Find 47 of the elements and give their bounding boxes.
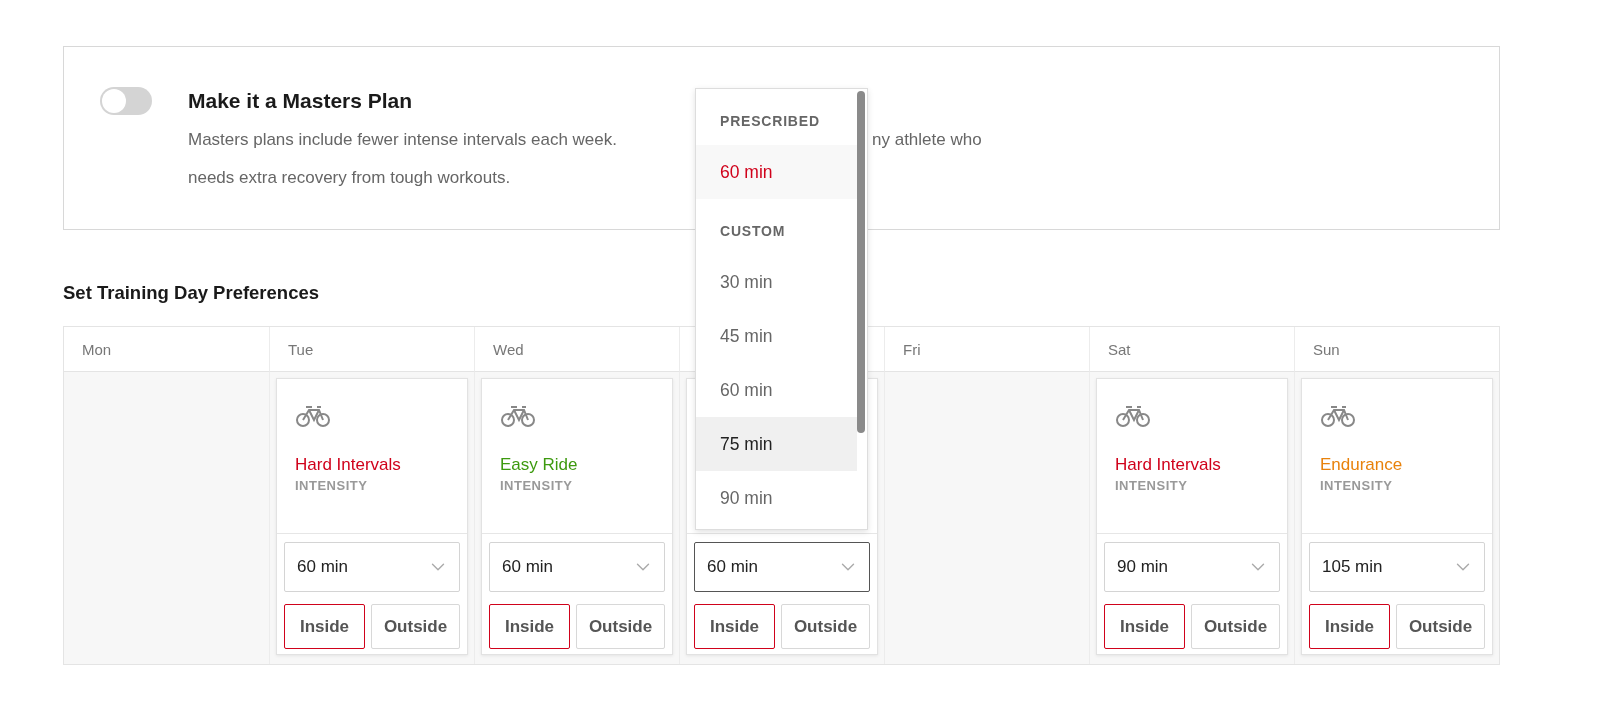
location-button[interactable]: Inside xyxy=(694,604,776,649)
day-header: Tue xyxy=(288,340,314,358)
menu-group-label: PRESCRIBED xyxy=(719,112,821,131)
intensity-label: INTENSITY xyxy=(1115,478,1189,493)
menu-option[interactable]: 45 min xyxy=(696,309,857,363)
intensity-label: INTENSITY xyxy=(295,478,369,493)
masters-description: ny athlete who xyxy=(872,129,982,151)
duration-select[interactable]: 60 min xyxy=(694,542,870,592)
location-button[interactable]: Outside xyxy=(781,604,870,649)
location-button[interactable]: Inside xyxy=(1104,604,1186,649)
intensity-label: INTENSITY xyxy=(1320,478,1394,493)
section-title: Set Training Day Preferences xyxy=(63,282,320,304)
day-header: Sat xyxy=(1108,340,1131,358)
scrollbar-thumb[interactable] xyxy=(857,91,865,433)
workout-type: Hard Intervals xyxy=(1115,455,1222,475)
day-header: Mon xyxy=(82,340,112,358)
location-button[interactable]: Inside xyxy=(284,604,366,649)
masters-title: Make it a Masters Plan xyxy=(188,89,414,113)
location-button[interactable]: Inside xyxy=(489,604,571,649)
duration-select[interactable]: 105 min xyxy=(1309,542,1485,592)
workout-type: Endurance xyxy=(1320,455,1404,475)
location-button[interactable]: Outside xyxy=(1396,604,1485,649)
bicycle-icon xyxy=(1115,405,1151,427)
day-header: Wed xyxy=(493,340,524,358)
bicycle-icon xyxy=(1320,405,1356,427)
workout-type: Easy Ride xyxy=(500,455,579,475)
menu-option[interactable]: 30 min xyxy=(696,255,857,309)
workout-type: Hard Intervals xyxy=(295,455,402,475)
duration-select[interactable]: 60 min xyxy=(489,542,665,592)
menu-option[interactable]: 60 min xyxy=(696,145,857,199)
intensity-label: INTENSITY xyxy=(500,478,574,493)
menu-option[interactable]: 90 min xyxy=(696,471,857,525)
masters-toggle[interactable] xyxy=(100,87,152,115)
location-button[interactable]: Outside xyxy=(371,604,460,649)
duration-select[interactable]: 60 min xyxy=(284,542,460,592)
location-button[interactable]: Outside xyxy=(576,604,665,649)
bicycle-icon xyxy=(500,405,536,427)
duration-select[interactable]: 90 min xyxy=(1104,542,1280,592)
menu-option[interactable]: 75 min xyxy=(696,417,857,471)
location-button[interactable]: Outside xyxy=(1191,604,1280,649)
location-button[interactable]: Inside xyxy=(1309,604,1391,649)
menu-option[interactable]: 60 min xyxy=(696,363,857,417)
masters-description: needs extra recovery from tough workouts. xyxy=(188,167,511,189)
bicycle-icon xyxy=(295,405,331,427)
menu-group-label: CUSTOM xyxy=(719,222,787,241)
day-header: Fri xyxy=(903,340,921,358)
day-header: Sun xyxy=(1313,340,1340,358)
